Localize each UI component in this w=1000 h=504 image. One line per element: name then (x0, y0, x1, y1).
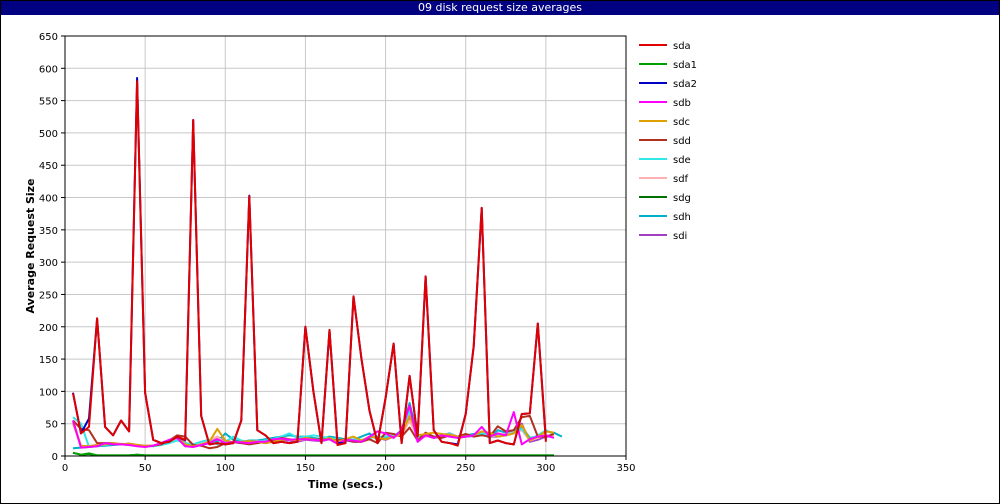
x-tick-label: 300 (536, 463, 555, 474)
x-axis-label: Time (secs.) (308, 478, 383, 491)
series-lines (72, 77, 563, 457)
y-tick-label: 50 (45, 420, 58, 431)
legend-label-sdi: sdi (673, 231, 687, 242)
y-tick-label: 250 (39, 290, 58, 301)
legend-label-sdg: sdg (673, 193, 691, 204)
y-tick-label: 150 (39, 355, 58, 366)
window-title-bar: 09 disk request size averages (1, 1, 999, 15)
y-tick-label: 0 (52, 452, 58, 463)
legend-label-sdf: sdf (673, 174, 689, 185)
y-tick-label: 200 (39, 323, 58, 334)
x-tick-label: 200 (376, 463, 395, 474)
y-tick-label: 400 (39, 194, 58, 205)
legend-label-sda2: sda2 (673, 79, 697, 90)
y-tick-label: 100 (39, 387, 58, 398)
x-tick-label: 100 (216, 463, 235, 474)
x-tick-label: 0 (62, 463, 68, 474)
y-tick-label: 650 (39, 32, 58, 43)
legend-label-sda1: sda1 (673, 60, 697, 71)
y-tick-label: 300 (39, 258, 58, 269)
y-tick-label: 450 (39, 161, 58, 172)
x-tick-label: 150 (296, 463, 315, 474)
x-tick-label: 350 (616, 463, 635, 474)
legend: sda sda1 sda2 sdb sdc sdd sde sdf sdg sdh sdi (639, 41, 697, 242)
y-tick-label: 350 (39, 226, 58, 237)
x-tick-label: 50 (139, 463, 152, 474)
legend-label-sdd: sdd (673, 136, 691, 147)
y-axis-ticks: 0 50 100 150 200 250 300 350 400 450 500 550 600 650 (39, 32, 65, 463)
legend-label-sda: sda (673, 41, 691, 52)
x-axis-ticks: 0 50 100 150 200 250 300 350 (62, 456, 636, 474)
chart-window: 09 disk request size averages 0 50 100 150 2… (0, 0, 1000, 504)
y-axis-label: Average Request Size (24, 178, 37, 313)
legend-label-sdc: sdc (673, 117, 690, 128)
legend-label-sdh: sdh (673, 212, 691, 223)
line-chart: 050100150200250300350400450500550600650 … (24, 32, 697, 491)
legend-label-sdb: sdb (673, 98, 691, 109)
y-tick-label: 500 (39, 129, 58, 140)
x-tick-label: 250 (456, 463, 475, 474)
y-tick-label: 550 (39, 97, 58, 108)
window-title: 09 disk request size averages (417, 1, 583, 14)
y-tick-label: 600 (39, 64, 58, 75)
legend-label-sde: sde (673, 155, 691, 166)
